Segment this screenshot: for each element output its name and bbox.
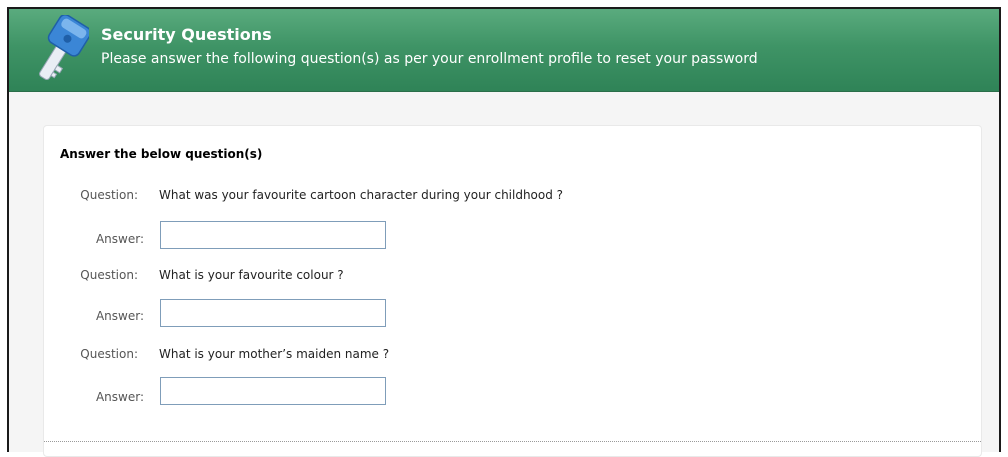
- security-questions-window: Security Questions Please answer the fol…: [7, 7, 1001, 457]
- header-bar: Security Questions Please answer the fol…: [9, 9, 999, 92]
- answer-input-2[interactable]: [160, 299, 386, 327]
- answer-label: Answer:: [95, 232, 144, 246]
- question-text-2: What is your favourite colour ?: [159, 268, 344, 282]
- answer-input-1[interactable]: [160, 221, 386, 249]
- questions-panel: Answer the below question(s) Question: W…: [43, 125, 982, 457]
- question-label: Question:: [80, 188, 138, 202]
- answer-input-3[interactable]: [160, 377, 386, 405]
- question-text-1: What was your favourite cartoon characte…: [159, 188, 564, 202]
- answer-label: Answer:: [95, 309, 144, 323]
- key-icon: [39, 15, 89, 81]
- question-label: Question:: [80, 268, 138, 282]
- questions-heading: Answer the below question(s): [60, 147, 263, 161]
- page-subtitle: Please answer the following question(s) …: [101, 51, 758, 67]
- question-label: Question:: [80, 347, 138, 361]
- page-title: Security Questions: [101, 25, 272, 44]
- answer-label: Answer:: [95, 390, 144, 404]
- question-text-3: What is your mother’s maiden name ?: [159, 347, 390, 361]
